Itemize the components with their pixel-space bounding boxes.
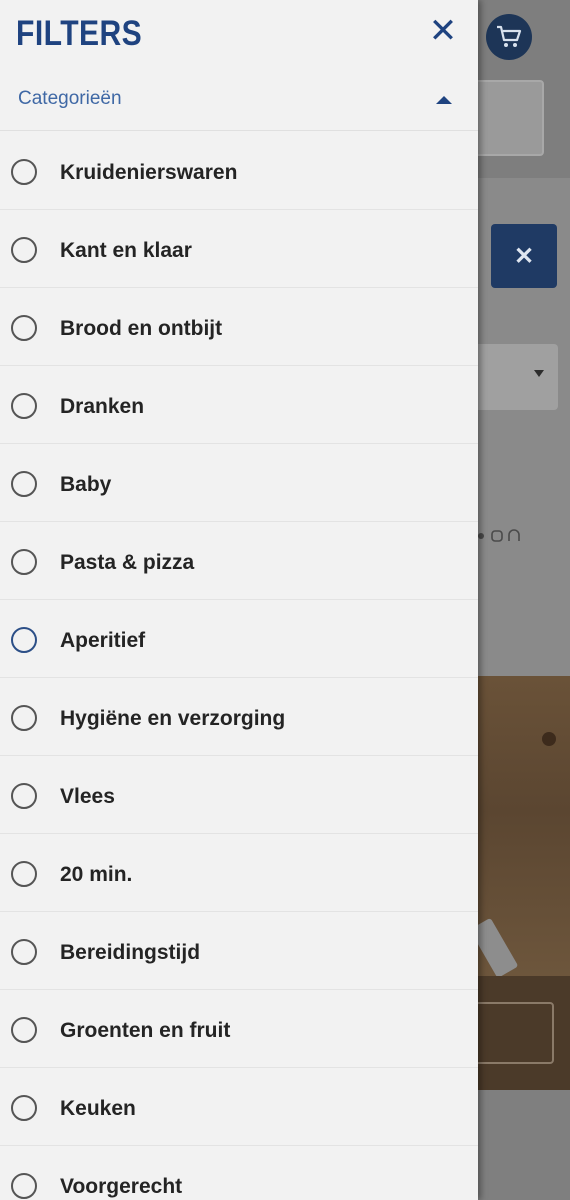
category-option-label: Hygiëne en verzorging (60, 707, 286, 730)
category-option-label: Dranken (60, 395, 145, 418)
category-header-label: Categorieën (18, 88, 122, 109)
category-option[interactable]: Brood en ontbijt (0, 288, 478, 366)
category-option[interactable]: Keuken (0, 1068, 478, 1146)
category-option[interactable]: Dranken (0, 366, 478, 444)
category-option-label: Kant en klaar (60, 239, 192, 262)
cart-button[interactable] (486, 14, 532, 60)
category-option[interactable]: Hygiëne en verzorging (0, 678, 478, 756)
background-page: ✕ (478, 0, 570, 1200)
radio-button[interactable] (11, 549, 37, 575)
category-option-label: Brood en ontbijt (60, 317, 223, 340)
radio-button[interactable] (11, 393, 37, 419)
background-diet-icons (478, 528, 520, 547)
chevron-down-icon (534, 370, 544, 377)
category-option[interactable]: Bereidingstijd (0, 912, 478, 990)
category-option-label: Kruidenierswaren (60, 161, 238, 184)
close-button[interactable]: ✕ (426, 12, 460, 50)
category-option-label: Voorgerecht (60, 1175, 183, 1198)
radio-button[interactable] (11, 939, 37, 965)
category-option-label: Pasta & pizza (60, 551, 195, 574)
category-option-label: Baby (60, 473, 112, 496)
radio-button[interactable] (11, 783, 37, 809)
category-option[interactable]: Voorgerecht (0, 1146, 478, 1200)
background-image-detail (542, 732, 556, 746)
category-option[interactable]: 20 min. (0, 834, 478, 912)
leaf-icon (478, 529, 520, 542)
category-option[interactable]: Pasta & pizza (0, 522, 478, 600)
background-close-button: ✕ (491, 224, 557, 288)
category-option[interactable]: Vlees (0, 756, 478, 834)
radio-button[interactable] (11, 1017, 37, 1043)
category-option[interactable]: Baby (0, 444, 478, 522)
category-option[interactable]: Kruidenierswaren (0, 132, 478, 210)
category-options-list: Kruidenierswaren Kant en klaar Brood en … (0, 132, 478, 1200)
close-icon: ✕ (513, 242, 535, 270)
background-search-field (478, 80, 544, 156)
radio-button[interactable] (11, 1095, 37, 1121)
radio-button[interactable] (11, 237, 37, 263)
radio-button[interactable] (11, 1173, 37, 1199)
radio-button[interactable] (11, 627, 37, 653)
radio-button[interactable] (11, 705, 37, 731)
category-option[interactable]: Groenten en fruit (0, 990, 478, 1068)
background-outline-button (478, 1002, 554, 1064)
background-footer (478, 1090, 570, 1200)
category-option-label: Keuken (60, 1097, 136, 1120)
close-icon: ✕ (428, 12, 458, 50)
category-option-label: Aperitief (60, 629, 146, 652)
radio-button[interactable] (11, 159, 37, 185)
category-accordion-header[interactable]: Categorieën (0, 70, 478, 131)
radio-button[interactable] (11, 315, 37, 341)
category-option[interactable]: Kant en klaar (0, 210, 478, 288)
cart-icon (497, 25, 522, 47)
filter-panel: FILTERS ✕ Categorieën Kruidenierswaren K… (0, 0, 478, 1200)
radio-button[interactable] (11, 471, 37, 497)
radio-button[interactable] (11, 861, 37, 887)
category-option-label: Vlees (60, 785, 115, 808)
chevron-up-icon (436, 96, 452, 104)
category-option-label: Groenten en fruit (60, 1019, 231, 1042)
category-option-label: Bereidingstijd (60, 941, 201, 964)
background-select (478, 344, 558, 410)
panel-title: FILTERS (16, 14, 143, 53)
category-option-label: 20 min. (60, 863, 133, 886)
category-option[interactable]: Aperitief (0, 600, 478, 678)
